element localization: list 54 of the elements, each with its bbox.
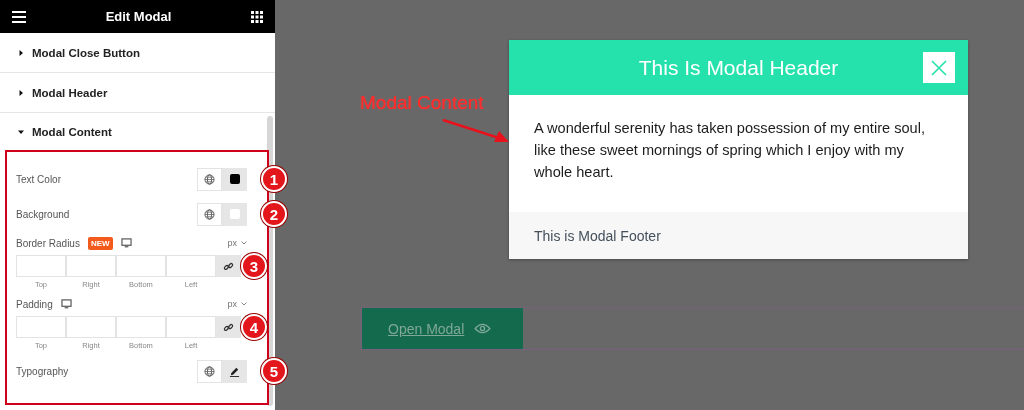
global-button[interactable] <box>197 167 222 191</box>
control-label: Typography <box>16 365 69 377</box>
control-label: Border Radius <box>16 237 80 249</box>
globe-icon <box>204 173 215 185</box>
control-label: Padding <box>16 298 53 310</box>
section-header[interactable]: Modal Close Button <box>0 33 275 73</box>
chevron-icon <box>241 302 247 306</box>
step-marker: 5 <box>261 358 287 384</box>
link-button[interactable] <box>216 316 241 338</box>
annotation-label: Modal Content <box>360 92 484 114</box>
section-header[interactable]: Modal Content <box>0 113 275 150</box>
caret-icon <box>18 89 24 96</box>
globe-icon <box>204 208 215 220</box>
step-marker: 1 <box>261 166 287 192</box>
global-button[interactable] <box>197 202 222 226</box>
caret-icon <box>18 128 24 135</box>
step-marker: 2 <box>261 201 287 227</box>
grid-icon[interactable] <box>251 10 263 23</box>
panel-title: Edit Modal <box>104 9 173 24</box>
step-marker: 3 <box>241 253 267 279</box>
dimension-input[interactable] <box>166 255 216 277</box>
control-label: Text Color <box>16 173 61 185</box>
dimension-input[interactable] <box>116 316 166 338</box>
step-marker: 4 <box>241 314 267 340</box>
dimension-input[interactable] <box>166 316 216 338</box>
dimension-input[interactable] <box>116 255 166 277</box>
desktop-icon[interactable] <box>60 299 72 309</box>
control-label: Background <box>16 208 70 220</box>
chevron-icon <box>241 241 247 245</box>
dimension-input[interactable] <box>16 255 66 277</box>
global-button[interactable] <box>197 359 222 383</box>
dimension-input[interactable] <box>66 316 116 338</box>
edit-button[interactable] <box>222 359 247 383</box>
unit-select[interactable]: px <box>227 299 247 309</box>
color-picker-button[interactable] <box>222 167 247 191</box>
unit-select[interactable]: px <box>227 238 247 248</box>
footer-text: This is Modal Footer <box>534 227 661 244</box>
link-icon <box>223 260 234 272</box>
pencil-icon <box>229 365 240 377</box>
section-header[interactable]: Modal Header <box>0 73 275 113</box>
menu-icon[interactable] <box>12 10 26 23</box>
caret-icon <box>18 49 24 56</box>
globe-icon <box>204 365 215 377</box>
dimension-input[interactable] <box>16 316 66 338</box>
link-button[interactable] <box>216 255 241 277</box>
close-icon <box>931 59 947 76</box>
modal-title: This Is Modal Header <box>638 55 839 80</box>
color-picker-button[interactable] <box>222 202 247 226</box>
dimension-input[interactable] <box>66 255 116 277</box>
new-badge: NEW <box>87 236 113 250</box>
modal-body-text: A wonderful serenity has taken possession of my entire soul, like these sweet mornings of spring which I enjoy with my whole heart. <box>534 119 926 182</box>
eye-icon <box>474 323 492 334</box>
desktop-icon[interactable] <box>120 238 132 248</box>
link-icon <box>223 321 234 333</box>
